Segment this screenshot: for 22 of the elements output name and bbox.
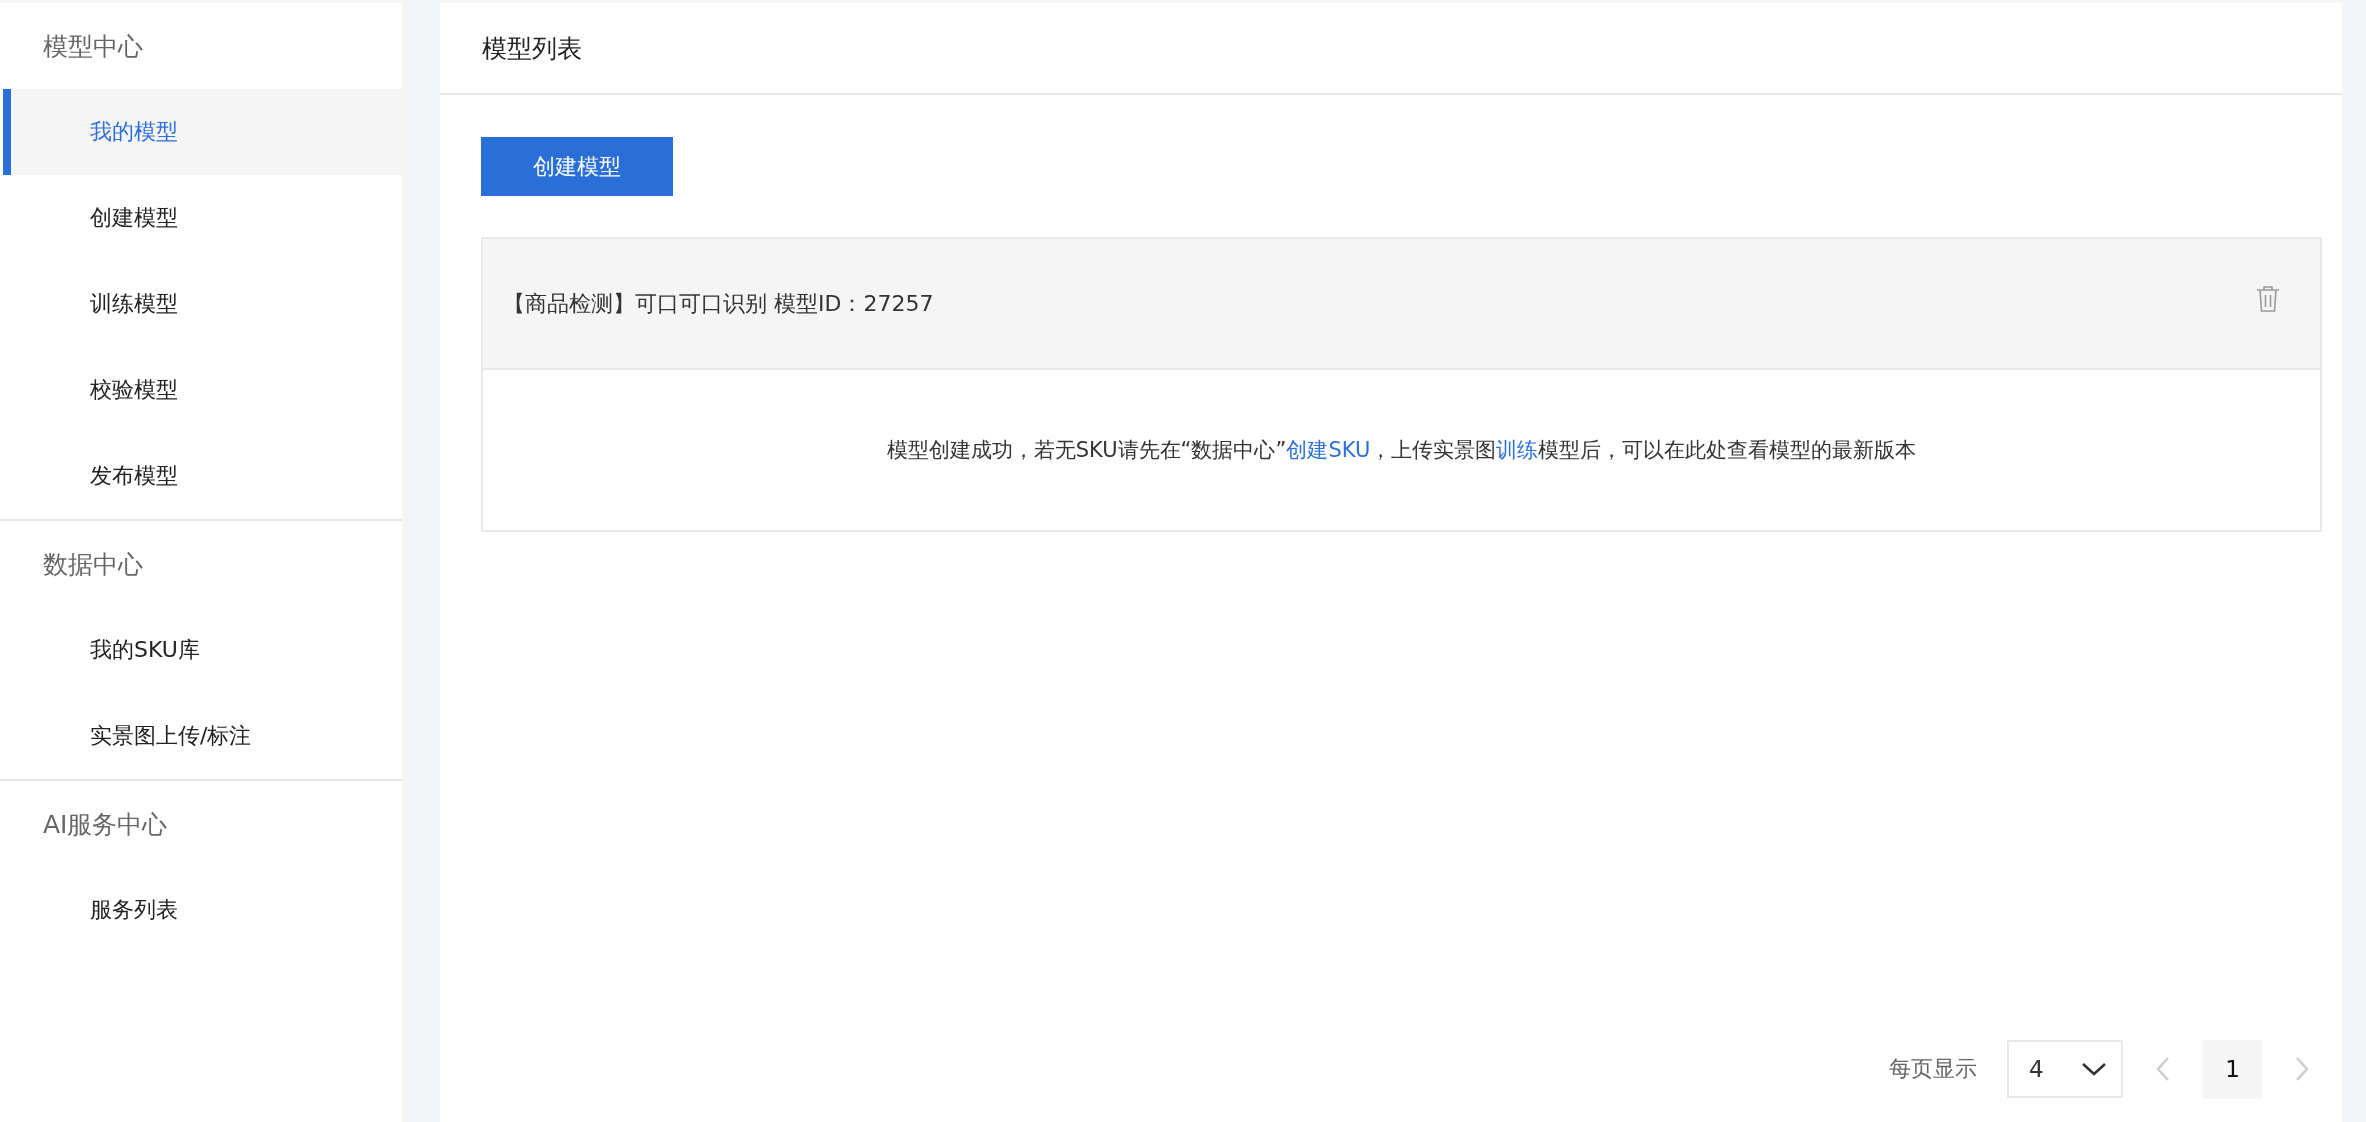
sidebar-group-title: 数据中心 xyxy=(42,548,144,581)
sidebar-group-title: AI服务中心 xyxy=(42,808,169,841)
sidebar-item[interactable]: 服务列表 xyxy=(3,867,402,953)
status-message: 模型创建成功，若无SKU请先在“数据中心”创建SKU，上传实景图训练模型后，可以在此处查看模型的最新版本 xyxy=(886,437,1917,464)
trash-icon[interactable] xyxy=(2256,285,2280,313)
message-link[interactable]: 创建SKU xyxy=(1286,438,1371,462)
per-page-label: 每页显示 xyxy=(1889,1055,1977,1083)
sidebar-item[interactable]: 我的SKU库 xyxy=(3,607,402,693)
model-title: 【商品检测】可口可口识别 模型ID：27257 xyxy=(503,289,934,318)
sidebar-item[interactable]: 创建模型 xyxy=(3,175,402,261)
create-model-button[interactable]: 创建模型 xyxy=(481,137,673,196)
sidebar-item[interactable]: 我的模型 xyxy=(3,89,402,175)
sidebar-item[interactable]: 发布模型 xyxy=(3,433,402,519)
sidebar-item[interactable]: 训练模型 xyxy=(3,261,402,347)
sidebar-item[interactable]: 实景图上传/标注 xyxy=(3,693,402,779)
message-link[interactable]: 训练 xyxy=(1496,438,1539,462)
per-page-select[interactable]: 4 xyxy=(2007,1040,2123,1098)
chevron-down-icon xyxy=(2081,1061,2107,1077)
sidebar-item[interactable]: 校验模型 xyxy=(3,347,402,433)
page-title: 模型列表 xyxy=(482,32,582,65)
page-number[interactable]: 1 xyxy=(2203,1039,2262,1099)
sidebar-group-title: 模型中心 xyxy=(42,30,144,63)
